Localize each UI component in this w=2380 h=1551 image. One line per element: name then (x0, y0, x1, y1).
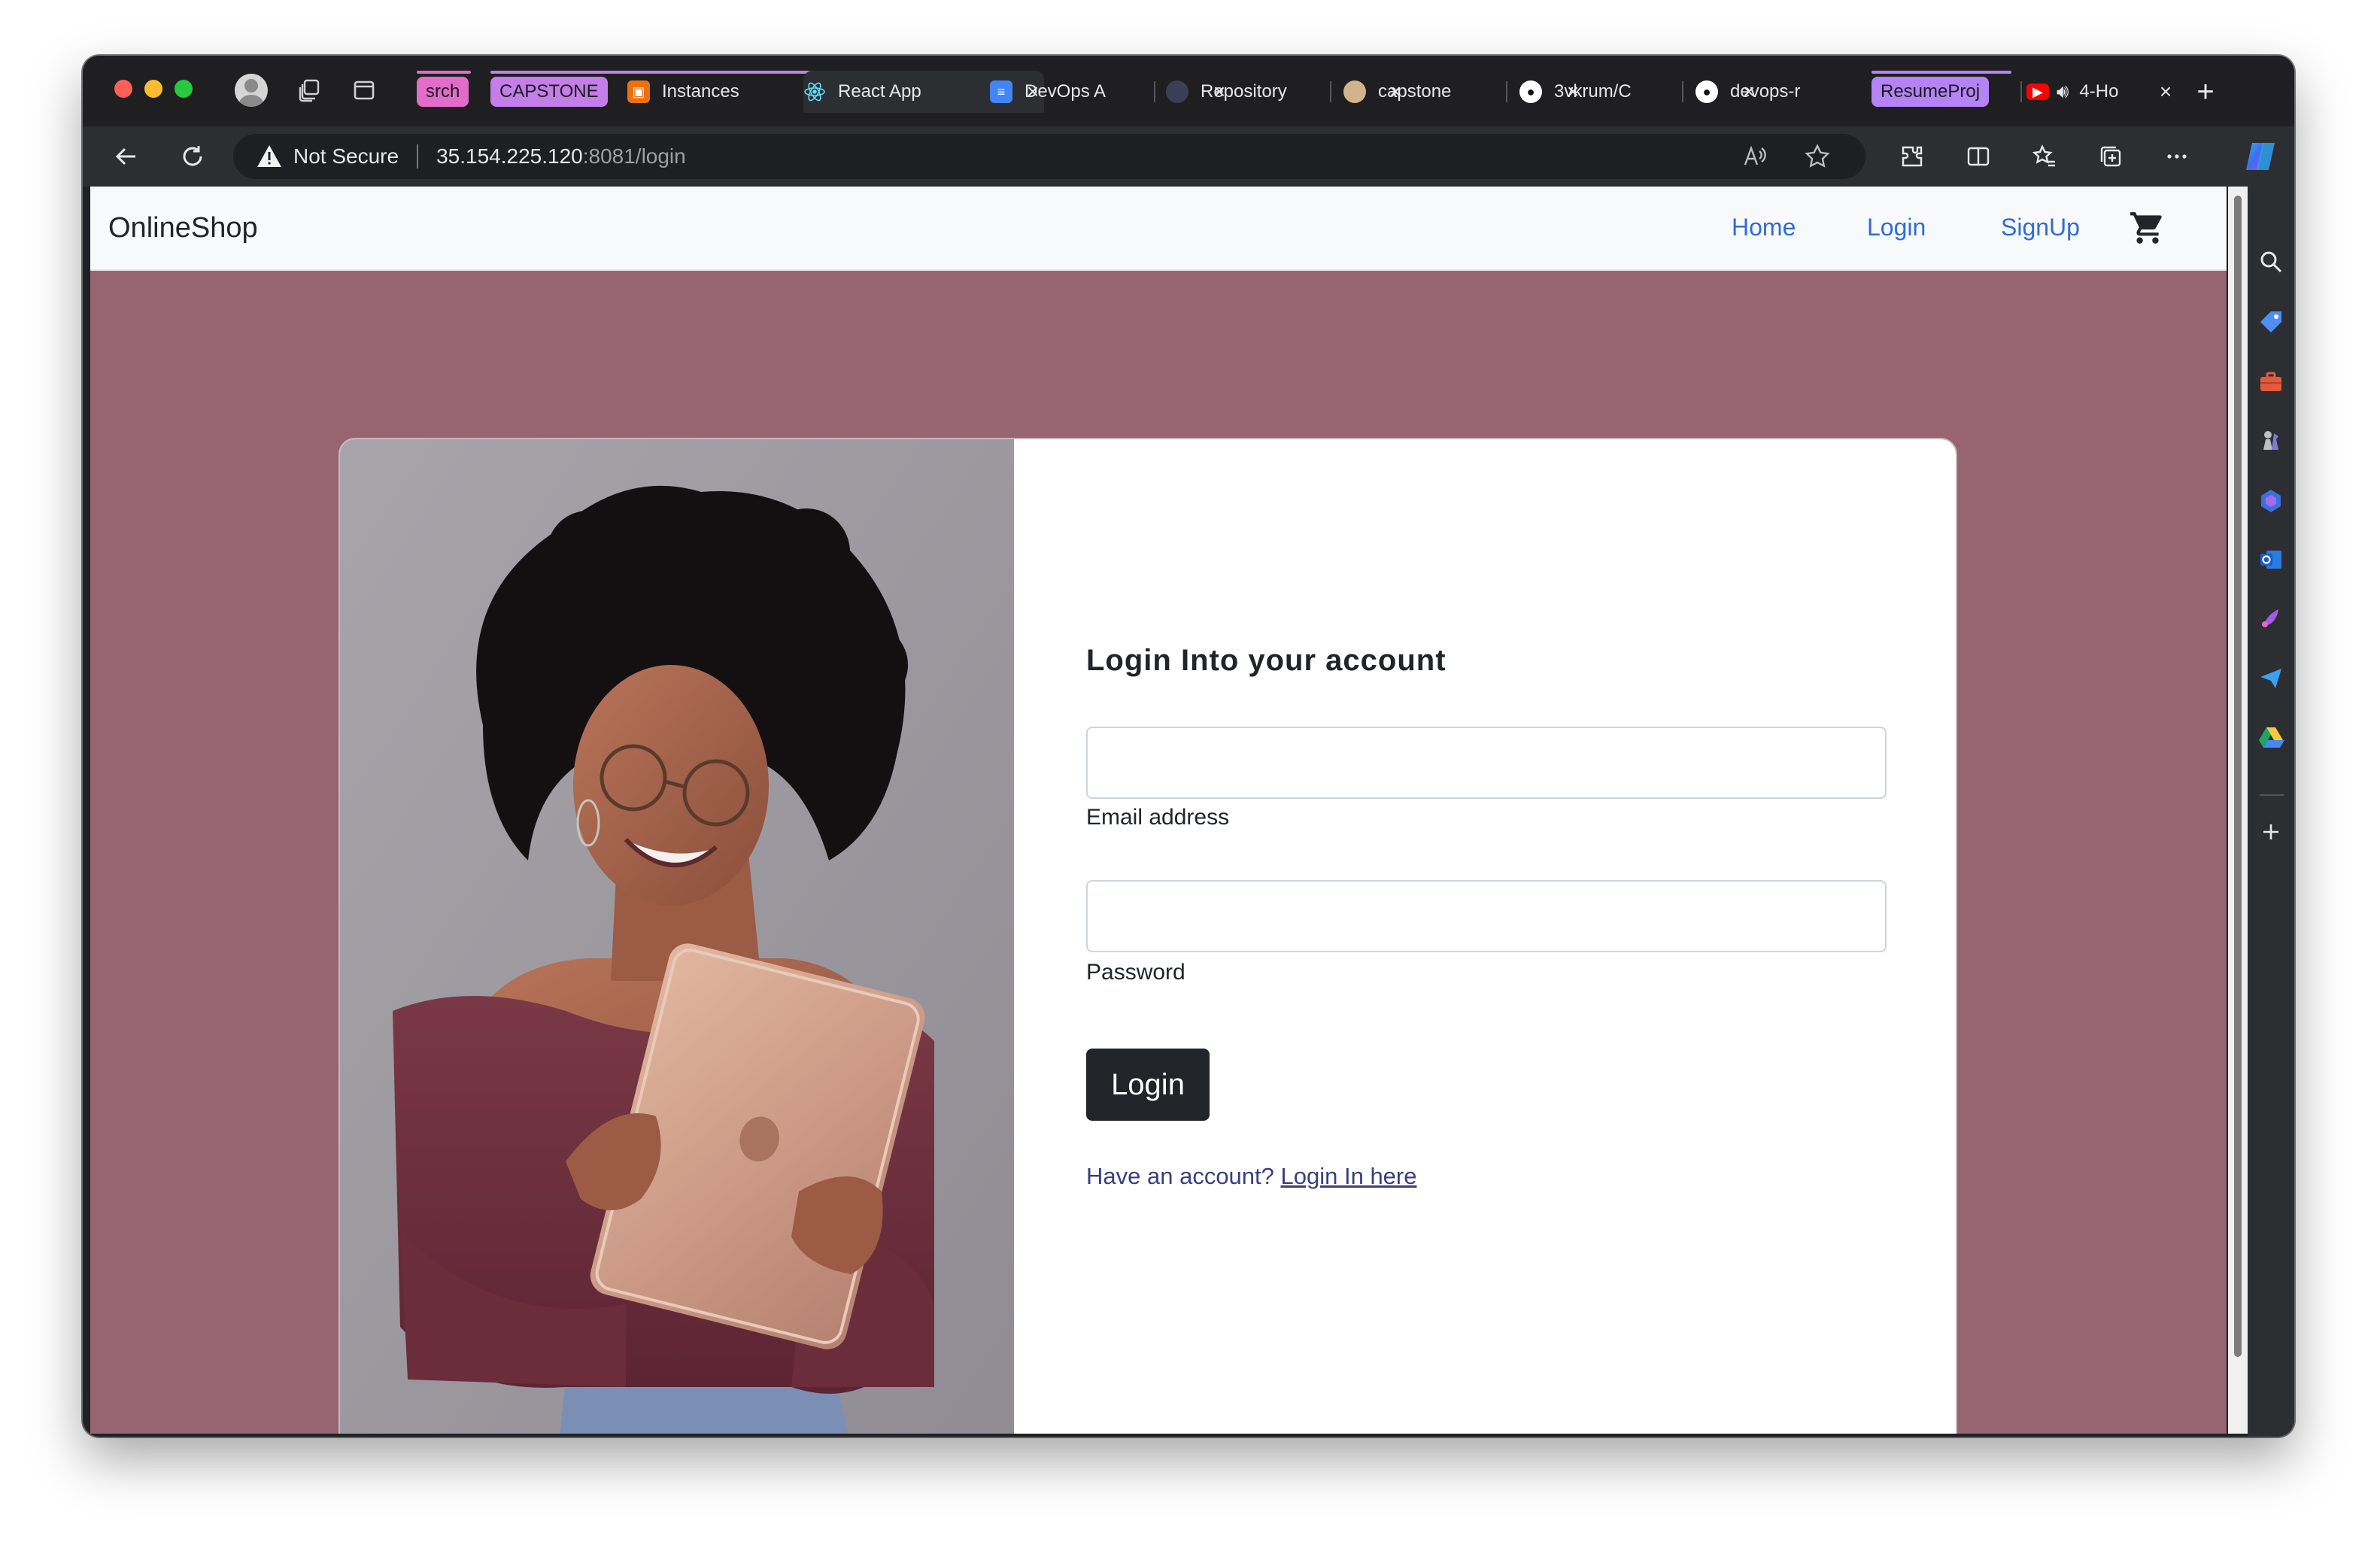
collections-icon[interactable] (2094, 140, 2127, 173)
nav-login[interactable]: Login (1867, 214, 1926, 241)
close-window-button[interactable] (114, 80, 132, 98)
login-form-panel: Login Into your account Email address Pa… (1014, 439, 1956, 1434)
github-icon: ● (1519, 80, 1542, 103)
speaker-icon[interactable]: 🔊︎ (2057, 80, 2069, 104)
login-card: Login Into your account Email address Pa… (338, 438, 1957, 1434)
youtube-icon: ▶ (2026, 83, 2049, 100)
url-host: 35.154.225.120 (436, 144, 583, 168)
woman-with-tablet-photo (340, 439, 1014, 1434)
tab-group-underline (1872, 71, 2011, 74)
split-screen-icon[interactable] (1962, 140, 1995, 173)
edge-sidebar (2248, 187, 2294, 1437)
copilot-icon[interactable] (2242, 137, 2281, 176)
circle-globe-icon (1166, 80, 1188, 103)
close-tab-icon[interactable]: × (2154, 80, 2177, 103)
email-input[interactable] (1086, 727, 1887, 799)
cart-icon[interactable] (2129, 209, 2166, 247)
react-atom-icon (803, 80, 826, 103)
nav-signup[interactable]: SignUp (2001, 214, 2080, 241)
tab-group-underline (417, 71, 471, 74)
tab-separator (1154, 81, 1155, 102)
minimize-window-button[interactable] (144, 80, 162, 98)
browser-window: srch CAPSTONE ▣ Instances × React App × … (83, 56, 2294, 1437)
tab-group-resumeproj[interactable]: ResumeProj (1872, 77, 1990, 107)
tab-separator (2020, 81, 2022, 102)
brand-logo[interactable]: OnlineShop (108, 212, 258, 244)
tab-separator (1506, 81, 1507, 102)
more-menu-icon[interactable] (2160, 140, 2193, 173)
nav-home[interactable]: Home (1732, 214, 1796, 241)
sidebar-divider (2260, 794, 2284, 796)
login-here-link[interactable]: Login In here (1281, 1163, 1417, 1189)
account-prompt: Have an account? Login In here (1086, 1163, 1417, 1190)
omnibox-divider (417, 144, 419, 168)
password-input[interactable] (1086, 880, 1887, 952)
scrollbar-thumb[interactable] (2234, 196, 2242, 1357)
warning-icon (257, 145, 281, 167)
workspaces-icon[interactable] (295, 75, 325, 105)
google-drive-icon[interactable] (2257, 724, 2284, 751)
new-tab-button[interactable]: + (2189, 75, 2222, 108)
extensions-icon[interactable] (1896, 140, 1929, 173)
tab-separator (1682, 81, 1683, 102)
email-label: Email address (1086, 805, 1230, 830)
favorite-star-icon[interactable] (1801, 140, 1834, 173)
site-navbar: OnlineShop Home Login SignUp (90, 187, 2227, 271)
password-label: Password (1086, 960, 1185, 985)
add-sidebar-app-icon[interactable] (2257, 818, 2284, 845)
login-button[interactable]: Login (1086, 1049, 1210, 1121)
page-scrollbar[interactable] (2228, 187, 2248, 1434)
google-docs-icon: ≡ (990, 80, 1012, 103)
tab-strip: srch CAPSTONE ▣ Instances × React App × … (83, 56, 2294, 126)
back-button[interactable] (110, 140, 143, 173)
microsoft-365-icon[interactable] (2257, 487, 2284, 514)
address-bar[interactable]: Not Secure 35.154.225.120 :8081/login (233, 134, 1865, 179)
url-path: :8081/login (582, 144, 686, 168)
zoom-window-button[interactable] (175, 80, 193, 98)
drop-send-icon[interactable] (2257, 665, 2284, 692)
tab-group-srch[interactable]: srch (417, 77, 469, 107)
tab-actions-icon[interactable] (349, 75, 379, 105)
jenkins-icon (1343, 80, 1366, 103)
designer-icon[interactable] (2257, 605, 2284, 632)
page-viewport: OnlineShop Home Login SignUp Login Into … (90, 187, 2227, 1434)
security-status[interactable]: Not Secure (293, 144, 399, 168)
tab-youtube[interactable]: ▶ 🔊︎ 4-Ho × (2026, 71, 2177, 113)
account-prompt-text: Have an account? (1086, 1163, 1281, 1189)
games-chess-icon[interactable] (2257, 427, 2284, 454)
form-title: Login Into your account (1086, 644, 1447, 677)
profile-avatar[interactable] (235, 74, 268, 107)
sidebar-settings-gear-icon[interactable] (2257, 1435, 2284, 1437)
shopping-tag-icon[interactable] (2257, 308, 2284, 335)
tab-separator (1330, 81, 1331, 102)
github-icon: ● (1695, 80, 1718, 103)
tools-briefcase-icon[interactable] (2257, 369, 2284, 396)
aws-orange-icon: ▣ (627, 80, 650, 103)
read-aloud-icon[interactable] (1738, 140, 1771, 173)
browser-toolbar: Not Secure 35.154.225.120 :8081/login (83, 126, 2294, 187)
favorites-icon[interactable] (2028, 140, 2061, 173)
outlook-icon[interactable] (2257, 546, 2284, 573)
refresh-button[interactable] (176, 140, 209, 173)
tab-group-capstone[interactable]: CAPSTONE (490, 77, 608, 107)
search-icon[interactable] (2257, 248, 2284, 275)
